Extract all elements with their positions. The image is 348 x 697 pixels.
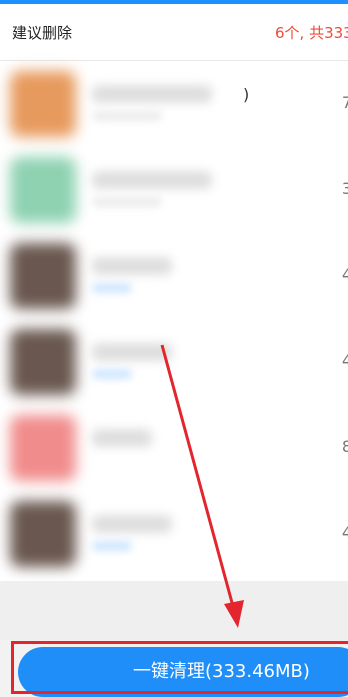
annotation-arrow-icon (160, 344, 244, 628)
